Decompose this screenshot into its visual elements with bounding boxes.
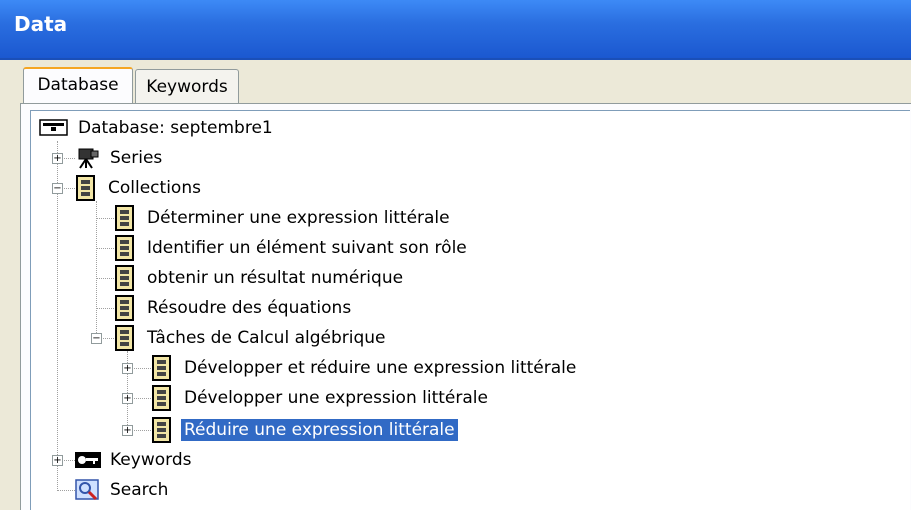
tab-database[interactable]: Database bbox=[23, 67, 133, 103]
tree-connector bbox=[96, 218, 114, 219]
cabinet-icon bbox=[115, 325, 134, 351]
tree-item-label: Réduire une expression littérale bbox=[181, 419, 458, 441]
expand-series-button[interactable]: + bbox=[52, 153, 63, 164]
database-tree[interactable]: + − − + + + + Database: septembre1 Serie… bbox=[30, 110, 910, 510]
expand-keywords-button[interactable]: + bbox=[52, 455, 63, 466]
collapse-taches-button[interactable]: − bbox=[91, 333, 102, 344]
cabinet-icon bbox=[152, 385, 171, 411]
tree-connector bbox=[96, 308, 114, 309]
tree-item-label: Series bbox=[110, 148, 163, 168]
tree-root-label: Database: septembre1 bbox=[78, 118, 273, 138]
tree-item-label: obtenir un résultat numérique bbox=[147, 268, 404, 288]
expand-developper-reduire-button[interactable]: + bbox=[122, 363, 133, 374]
tree-root[interactable]: Database: septembre1 bbox=[39, 115, 276, 141]
tree-item-label: Keywords bbox=[110, 450, 192, 470]
tree-item-series[interactable]: Series bbox=[75, 145, 165, 171]
cabinet-icon bbox=[152, 355, 171, 381]
tree-connector bbox=[96, 201, 97, 339]
expand-developper-button[interactable]: + bbox=[122, 393, 133, 404]
tree-item-collections[interactable]: Collections bbox=[75, 175, 204, 201]
tree-item-collection[interactable]: Tâches de Calcul algébrique bbox=[114, 325, 389, 351]
tree-item-collection[interactable]: Résoudre des équations bbox=[114, 295, 354, 321]
tree-item-collection[interactable]: obtenir un résultat numérique bbox=[114, 265, 406, 291]
cabinet-icon bbox=[115, 205, 134, 231]
cabinet-icon bbox=[152, 417, 171, 443]
collapse-collections-button[interactable]: − bbox=[52, 183, 63, 194]
cabinet-icon bbox=[115, 235, 134, 261]
cabinet-icon bbox=[115, 265, 134, 291]
tab-keywords-label: Keywords bbox=[146, 77, 228, 97]
title-bar[interactable]: Data bbox=[0, 0, 911, 60]
tree-item-label: Identifier un élément suivant son rôle bbox=[147, 238, 467, 258]
expand-reduire-button[interactable]: + bbox=[122, 425, 133, 436]
tree-connector bbox=[96, 278, 114, 279]
tree-item-keywords[interactable]: Keywords bbox=[75, 447, 194, 473]
tree-item-label: Résoudre des équations bbox=[147, 298, 352, 318]
search-icon bbox=[75, 479, 99, 501]
tree-item-label: Collections bbox=[108, 178, 201, 198]
tab-keywords[interactable]: Keywords bbox=[135, 69, 239, 103]
key-icon bbox=[75, 452, 101, 468]
tree-item-subcollection[interactable]: Développer et réduire une expression lit… bbox=[151, 355, 579, 381]
cabinet-icon bbox=[76, 175, 95, 201]
tree-item-label: Développer et réduire une expression lit… bbox=[184, 358, 577, 378]
tree-item-label: Développer une expression littérale bbox=[184, 388, 488, 408]
window-title: Data bbox=[14, 12, 68, 36]
tree-connector bbox=[57, 490, 75, 491]
tab-database-label: Database bbox=[37, 75, 119, 95]
tree-item-label: Tâches de Calcul algébrique bbox=[147, 328, 386, 348]
tree-item-label: Search bbox=[110, 480, 169, 500]
tree-connector bbox=[96, 248, 114, 249]
camera-icon bbox=[78, 148, 99, 169]
tree-item-subcollection-selected[interactable]: Réduire une expression littérale bbox=[151, 417, 458, 443]
tree-item-collection[interactable]: Identifier un élément suivant son rôle bbox=[114, 235, 470, 261]
tree-item-collection[interactable]: Déterminer une expression littérale bbox=[114, 205, 453, 231]
database-icon bbox=[39, 119, 68, 136]
tree-item-label: Déterminer une expression littérale bbox=[147, 208, 450, 228]
cabinet-icon bbox=[115, 295, 134, 321]
tree-item-subcollection[interactable]: Développer une expression littérale bbox=[151, 385, 491, 411]
tree-item-search[interactable]: Search bbox=[75, 477, 171, 503]
